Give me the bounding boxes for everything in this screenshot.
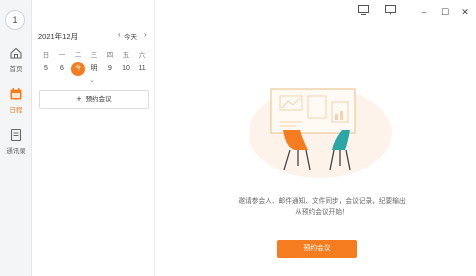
day-cell[interactable]: 5 xyxy=(39,62,53,76)
next-month-button[interactable]: › xyxy=(144,30,147,39)
sidebar-item-label: 日程 xyxy=(9,107,23,114)
day-cell[interactable]: 明 xyxy=(87,62,101,76)
meeting-illustration xyxy=(250,88,392,178)
screen-share-icon[interactable] xyxy=(356,5,370,19)
home-icon xyxy=(10,47,22,59)
hint-line-1: 邀请参会人、邮件通知、文件同步，会议记录，纪要输出 xyxy=(238,198,406,205)
weekday-label: 三 xyxy=(90,52,98,59)
contacts-icon xyxy=(10,128,22,142)
plus-icon: + xyxy=(76,94,82,104)
book-meeting-label: 预约会议 xyxy=(85,96,112,103)
avatar[interactable]: 1 xyxy=(5,10,25,30)
prev-month-button[interactable]: ‹ xyxy=(118,30,121,39)
hint-line-2: 从预约会议开始！ xyxy=(295,209,349,216)
maximize-button[interactable]: ☐ xyxy=(438,5,452,19)
weekday-label: 六 xyxy=(138,52,146,59)
sidebar-item-schedule[interactable]: 日程 xyxy=(0,87,32,114)
weekday-label: 五 xyxy=(122,52,130,59)
close-button[interactable]: ✕ xyxy=(458,5,472,19)
weekday-label: 四 xyxy=(106,52,114,59)
sidebar-item-contacts[interactable]: 通讯录 xyxy=(0,128,32,155)
day-cell[interactable]: 6 xyxy=(55,62,69,76)
day-cell[interactable]: 9 xyxy=(103,62,117,76)
month-label: 2021年12月 xyxy=(38,32,79,41)
calendar-panel: 2021年12月 ‹ 今天 › 日 一 二 三 四 五 六 5 6 今 明 9 … xyxy=(32,0,155,276)
empty-state-hint: 邀请参会人、邮件通知、文件同步，会议记录，纪要输出 从预约会议开始！ xyxy=(222,196,422,218)
sidebar-item-home[interactable]: 首页 xyxy=(0,46,32,73)
sidebar-item-label: 首页 xyxy=(9,66,23,73)
monitor-icon[interactable] xyxy=(383,5,397,19)
calendar-icon xyxy=(10,88,22,100)
minimize-button[interactable]: – xyxy=(417,5,431,19)
day-cell[interactable]: 10 xyxy=(119,62,133,76)
book-meeting-sidebar-button[interactable]: + 预约会议 xyxy=(39,90,149,109)
nav-rail: 1 首页 日程 通讯录 xyxy=(0,0,32,276)
weekday-label: 二 xyxy=(74,52,82,59)
weekday-label: 日 xyxy=(42,52,50,59)
book-meeting-button[interactable]: 预约会议 xyxy=(277,240,357,258)
expand-calendar-icon[interactable]: ⌄ xyxy=(89,76,95,84)
weekday-label: 一 xyxy=(58,52,66,59)
today-button[interactable]: 今天 xyxy=(124,31,137,41)
day-cell[interactable]: 11 xyxy=(135,62,149,76)
sidebar-item-label: 通讯录 xyxy=(6,148,26,155)
day-cell-today[interactable]: 今 xyxy=(71,62,85,76)
